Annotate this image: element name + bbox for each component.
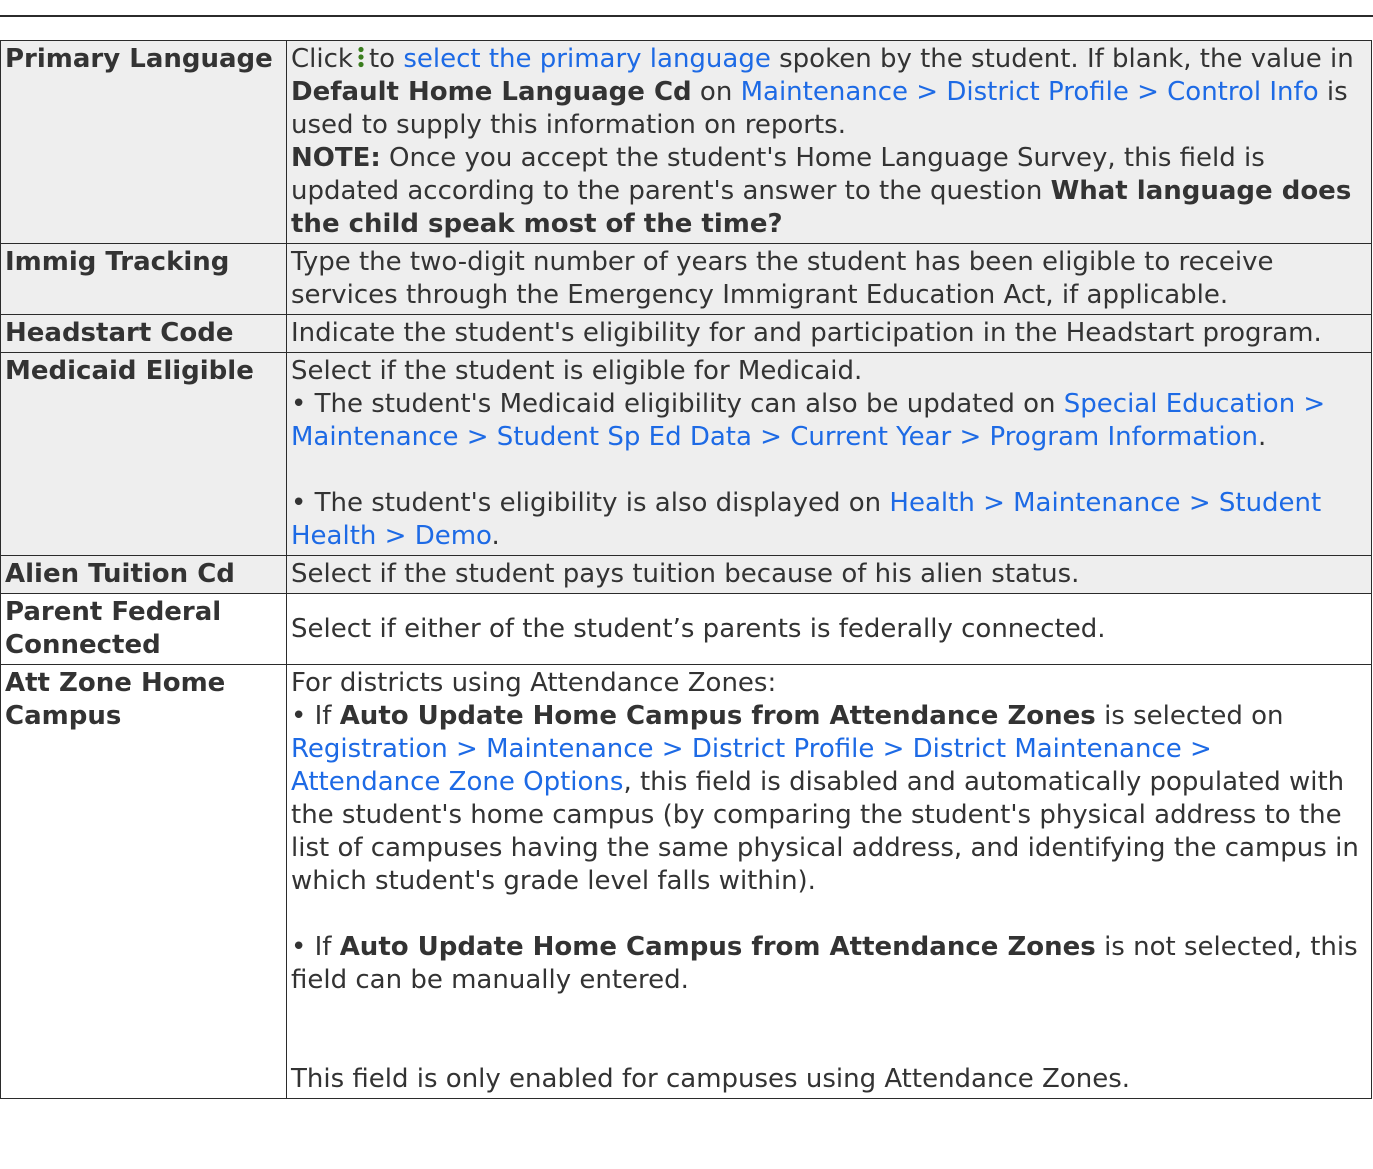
text: . <box>491 521 500 551</box>
text: spoken by the student. If blank, the val… <box>779 44 1354 74</box>
text: For districts using Attendance Zones: <box>291 668 777 698</box>
top-divider <box>0 15 1373 17</box>
text: Select if the student is eligible for Me… <box>291 356 863 386</box>
select-primary-language-link[interactable]: select the primary language <box>403 44 771 74</box>
note-label: NOTE: <box>291 143 381 173</box>
bullet-text: • If <box>291 701 332 731</box>
bold-term: Auto Update Home Campus from Attendance … <box>339 932 1096 962</box>
field-description: Type the two-digit number of years the s… <box>286 243 1372 315</box>
text: . <box>1257 422 1267 452</box>
bullet-text: • The student's Medicaid eligibility can… <box>291 389 1056 419</box>
field-label: Primary Language <box>0 40 287 244</box>
table-row: Medicaid Eligible Select if the student … <box>0 352 1372 556</box>
field-description: Indicate the student's eligibility for a… <box>286 314 1372 353</box>
field-description: For districts using Attendance Zones: • I… <box>286 664 1372 1099</box>
bold-term: Default Home Language Cd <box>291 77 692 107</box>
text: Click <box>291 44 353 74</box>
field-description: Select if the student pays tuition becau… <box>286 555 1372 594</box>
field-label: Alien Tuition Cd <box>0 555 287 594</box>
text: on <box>699 77 733 107</box>
field-description: Click to select the primary language spok… <box>286 40 1372 244</box>
table-row: Primary Language Click to select the prim… <box>0 40 1372 244</box>
table-row: Parent Federal Connected Select if eithe… <box>0 593 1372 665</box>
table-row: Att Zone Home Campus For districts using… <box>0 664 1372 1099</box>
bold-term: Auto Update Home Campus from Attendance … <box>339 701 1096 731</box>
table-row: Headstart Code Indicate the student's el… <box>0 314 1372 353</box>
field-label: Att Zone Home Campus <box>0 664 287 1099</box>
table-row: Alien Tuition Cd Select if the student p… <box>0 555 1372 594</box>
vertical-ellipsis-icon <box>358 46 364 68</box>
field-description-table: Primary Language Click to select the prim… <box>0 40 1372 1099</box>
field-description: Select if either of the student’s parent… <box>286 593 1372 665</box>
bullet-text: • The student's eligibility is also disp… <box>291 488 882 518</box>
table-row: Immig Tracking Type the two-digit number… <box>0 243 1372 315</box>
field-label: Medicaid Eligible <box>0 352 287 556</box>
field-label: Immig Tracking <box>0 243 287 315</box>
field-label: Headstart Code <box>0 314 287 353</box>
field-description: Select if the student is eligible for Me… <box>286 352 1372 556</box>
text: is selected on <box>1104 701 1284 731</box>
text: to <box>368 44 396 74</box>
bullet-text: • If <box>291 932 332 962</box>
district-profile-control-info-link[interactable]: Maintenance > District Profile > Control… <box>741 77 1319 107</box>
text: This field is only enabled for campuses … <box>291 1064 1131 1094</box>
field-label: Parent Federal Connected <box>0 593 287 665</box>
